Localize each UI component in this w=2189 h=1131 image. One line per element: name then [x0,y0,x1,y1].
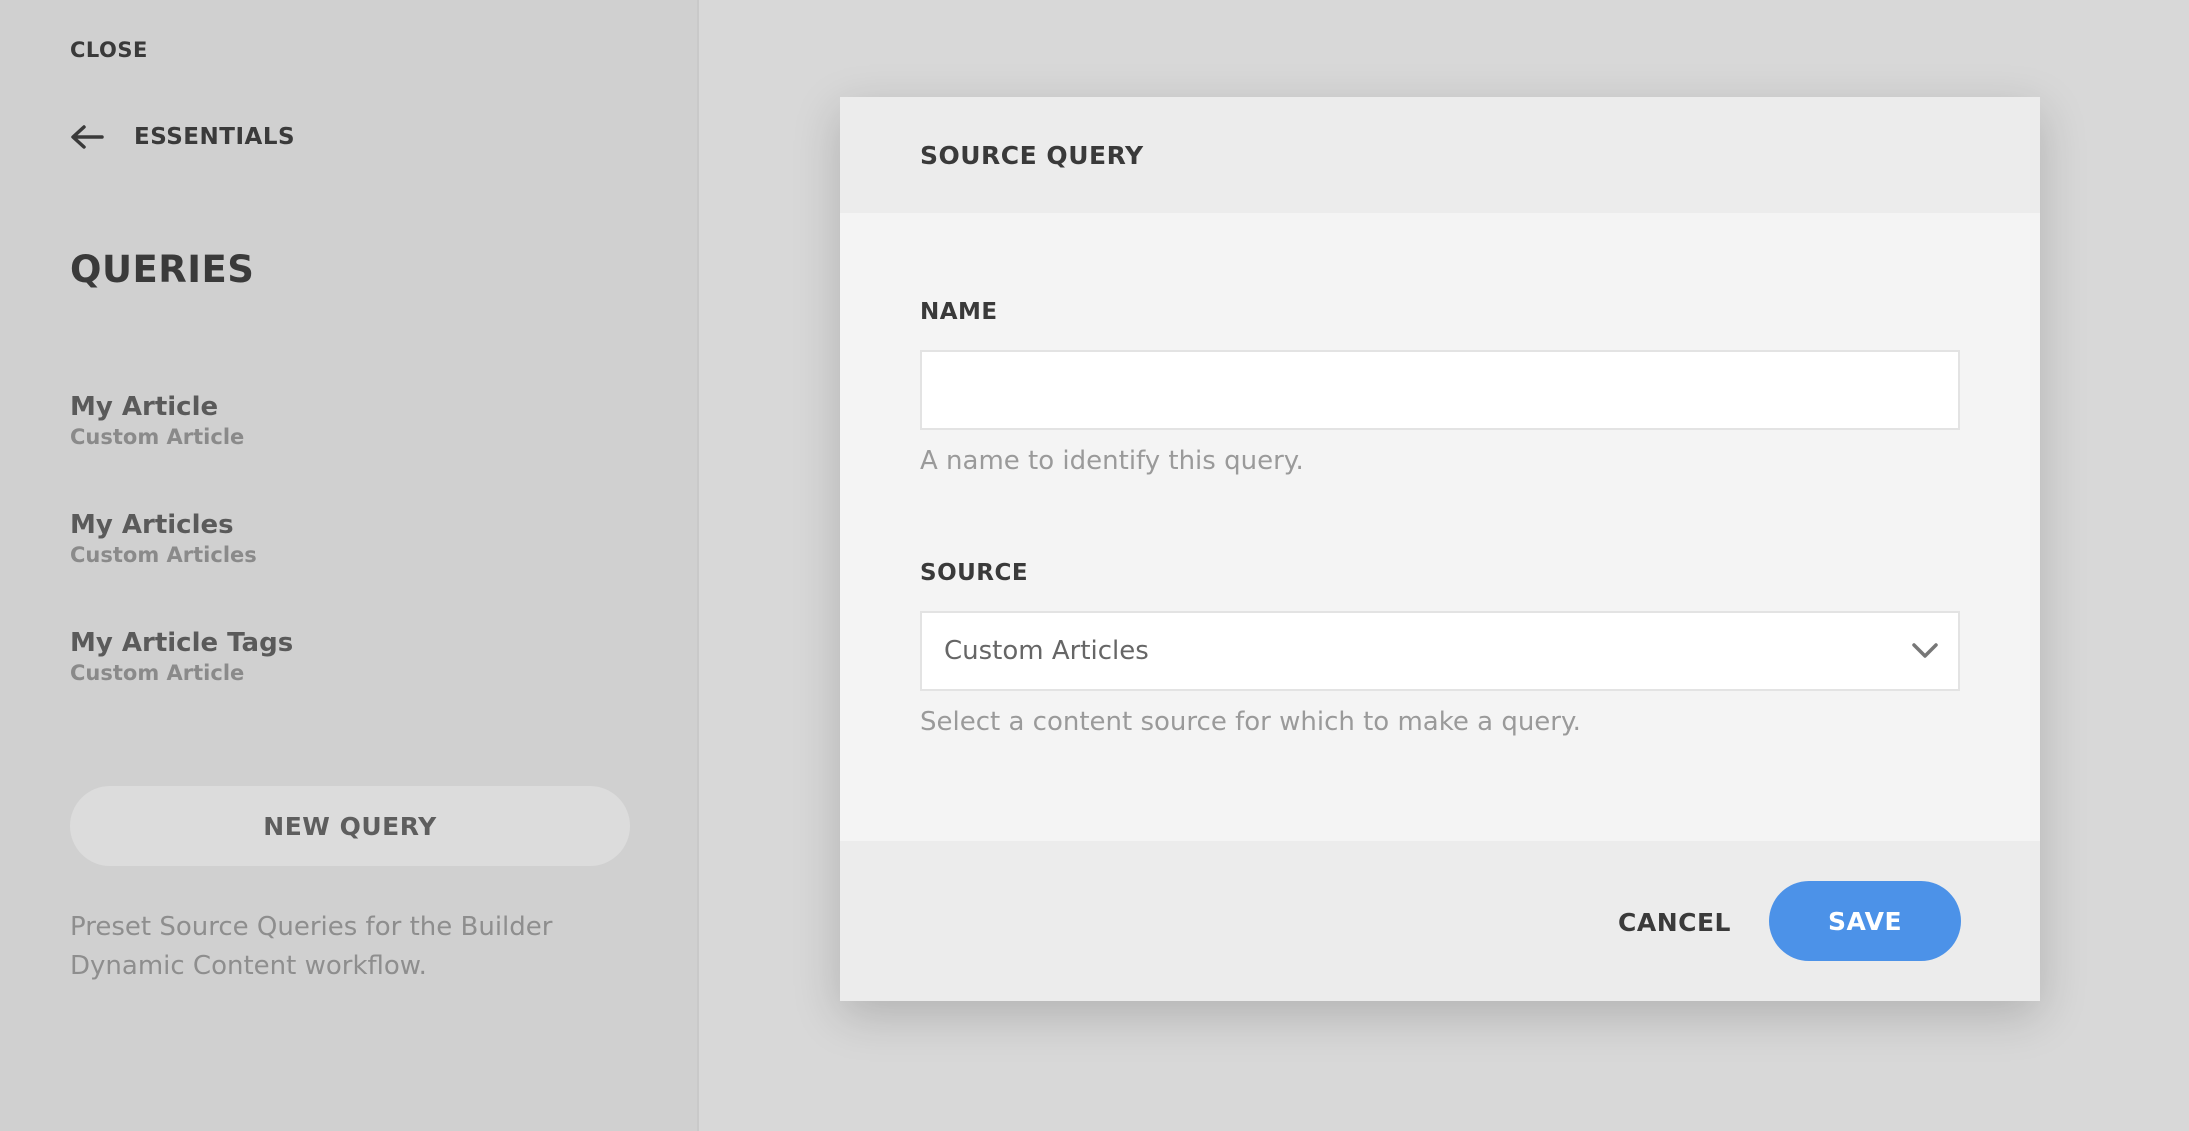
sidebar: CLOSE ESSENTIALS QUERIES My Article Cust… [0,0,699,1131]
name-help-text: A name to identify this query. [920,446,1304,476]
query-name: My Article [70,392,219,422]
source-label: SOURCE [920,560,1029,586]
close-link[interactable]: CLOSE [70,38,148,62]
arrow-left-icon [71,125,104,149]
new-query-button[interactable]: NEW QUERY [70,786,630,866]
query-name: My Article Tags [70,628,294,658]
sidebar-description: Preset Source Queries for the Builder Dy… [70,912,553,981]
modal-title: SOURCE QUERY [920,140,1144,170]
modal-footer: CANCEL SAVE [840,841,2040,1001]
query-item-my-article[interactable]: My Article Custom Article [70,392,630,510]
modal-body: NAME A name to identify this query. SOUR… [840,213,2040,838]
query-item-my-article-tags[interactable]: My Article Tags Custom Article [70,628,630,746]
name-label: NAME [920,299,998,325]
modal-header: SOURCE QUERY [840,97,2040,213]
save-button[interactable]: SAVE [1769,881,1961,961]
source-select[interactable]: Custom Articles [920,611,1960,691]
page-title: QUERIES [70,248,255,291]
source-help-text: Select a content source for which to mak… [920,707,1581,737]
name-input[interactable] [920,350,1960,430]
source-select-value: Custom Articles [944,636,1149,666]
query-source: Custom Articles [70,543,257,567]
back-label: ESSENTIALS [134,124,296,150]
query-list: My Article Custom Article My Articles Cu… [70,392,630,746]
back-to-essentials[interactable]: ESSENTIALS [70,124,295,150]
cancel-button[interactable]: CANCEL [1618,908,1731,937]
query-source: Custom Article [70,425,245,449]
query-name: My Articles [70,510,234,540]
query-item-my-articles[interactable]: My Articles Custom Articles [70,510,630,628]
chevron-down-icon [1912,643,1938,658]
source-query-modal: SOURCE QUERY NAME A name to identify thi… [840,97,2040,1001]
query-source: Custom Article [70,661,245,685]
